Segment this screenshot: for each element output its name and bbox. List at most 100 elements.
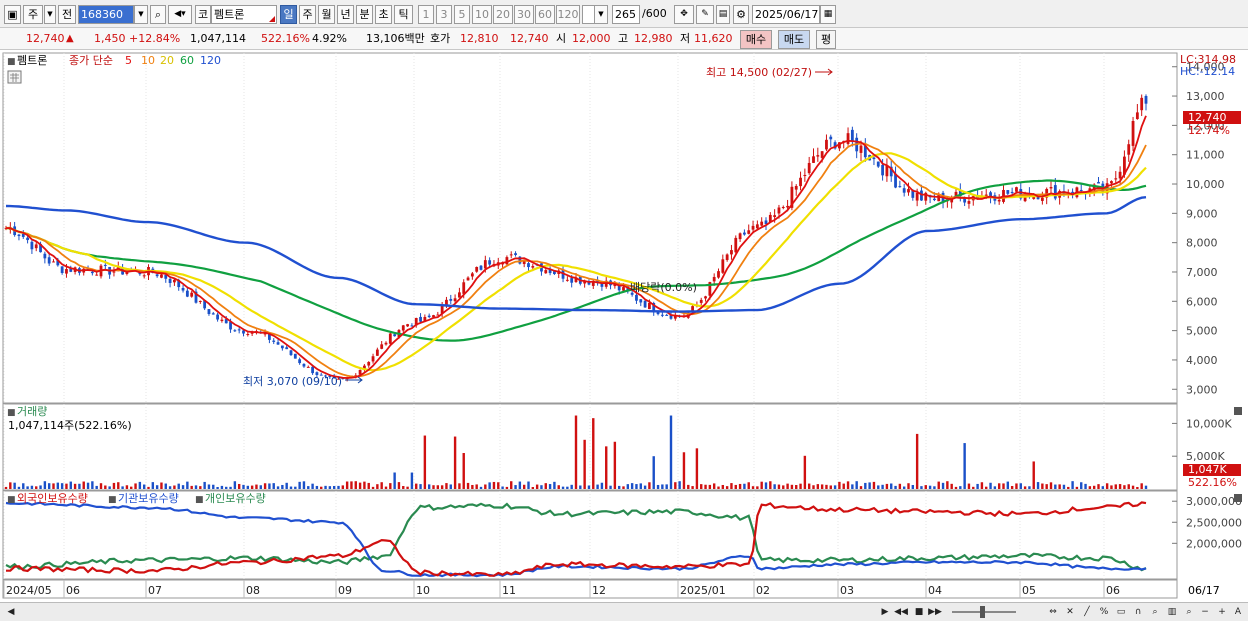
period-minute[interactable]: 분 <box>356 5 373 24</box>
candle-body <box>233 330 237 332</box>
zoom-out-icon[interactable]: − <box>1198 605 1212 619</box>
font-size-icon[interactable]: A <box>1231 605 1245 619</box>
stock-code-input[interactable]: 168360 <box>78 5 134 24</box>
period-year[interactable]: 년 <box>337 5 354 24</box>
mult-20[interactable]: 20 <box>493 5 513 24</box>
speaker-icon[interactable]: ◀▾ <box>168 5 192 24</box>
candle-body <box>825 139 828 150</box>
tool-arrows-icon[interactable]: ⇔ <box>1046 605 1060 619</box>
period-month[interactable]: 월 <box>318 5 335 24</box>
sell-button[interactable]: 매도 <box>778 30 810 49</box>
candle-body <box>220 319 224 322</box>
period-week[interactable]: 주 <box>299 5 316 24</box>
candle-body <box>306 366 310 368</box>
scroll-left-icon[interactable]: ◀ <box>4 605 18 619</box>
volume-bar <box>1049 482 1053 489</box>
volume-bar <box>449 484 452 489</box>
candle-body <box>211 313 215 315</box>
layout-icon[interactable]: ▣ <box>4 5 21 24</box>
month-label: 11 <box>502 584 516 597</box>
zoom-icon[interactable]: ✥ <box>674 5 694 24</box>
volume-bar <box>820 484 824 489</box>
mult-5[interactable]: 5 <box>454 5 470 24</box>
volume-bar <box>216 486 219 489</box>
volume-bar <box>30 485 34 489</box>
candle-body <box>60 266 64 273</box>
zoom-in-icon[interactable]: + <box>1215 605 1229 619</box>
volume-bar <box>332 485 336 489</box>
mult-120[interactable]: 120 <box>556 5 580 24</box>
volume-bar <box>1023 486 1027 489</box>
buy-button[interactable]: 매수 <box>740 30 772 49</box>
period-tick[interactable]: 틱 <box>394 5 413 24</box>
volume-bar <box>324 485 327 489</box>
tool-search-icon[interactable]: ⌕ <box>1148 605 1162 619</box>
tool-ruler-icon[interactable]: ▭ <box>1114 605 1128 619</box>
candle-body <box>298 359 302 364</box>
prev-button[interactable]: 전 <box>58 5 76 24</box>
candle-body <box>173 279 176 283</box>
mult-3[interactable]: 3 <box>436 5 452 24</box>
tool-percent-icon[interactable]: % <box>1097 605 1111 619</box>
volume-bar <box>173 485 176 489</box>
volume-close-icon[interactable] <box>1234 407 1242 415</box>
high-price: 12,980 <box>634 32 673 45</box>
holdings-legend-individual: 개인보유수량 <box>205 492 266 505</box>
price-change-pct: +12.84% <box>129 32 181 45</box>
save-icon[interactable]: ▤ <box>716 5 730 24</box>
rewind-icon[interactable]: ◀◀ <box>894 605 908 619</box>
mult-10[interactable]: 10 <box>472 5 492 24</box>
tools-icon[interactable]: ✎ <box>696 5 714 24</box>
volume-bar <box>13 482 16 489</box>
mult-dropdown-icon[interactable]: ▼ <box>594 5 608 24</box>
volume-bar <box>531 487 535 489</box>
zoom-slider-thumb[interactable] <box>980 606 985 618</box>
market-label: 주 <box>27 8 39 21</box>
tool-grid-icon[interactable]: ▥ <box>1165 605 1179 619</box>
tool-line-icon[interactable]: ╱ <box>1080 605 1094 619</box>
volume-bar <box>125 485 129 489</box>
calendar-icon[interactable]: ▦ <box>820 5 836 24</box>
volume-bar <box>177 483 180 489</box>
stock-name: 펨트론 <box>214 8 245 21</box>
volume-bar <box>1127 484 1130 489</box>
tool-zoom-icon[interactable]: ⌕ <box>1182 605 1196 619</box>
mult-30[interactable]: 30 <box>514 5 534 24</box>
market-dropdown-icon[interactable]: ▼ <box>44 5 56 24</box>
eval-button[interactable]: 평 <box>816 30 836 49</box>
legend-ma-120: 120 <box>200 54 221 67</box>
month-label: 07 <box>148 584 162 597</box>
code-dropdown-icon[interactable]: ▼ <box>134 5 148 24</box>
candle-body <box>997 199 1001 202</box>
stock-chart[interactable]: 10,000K 5,000K 3,000,000 2,500,000 2,000,00… <box>0 51 1248 603</box>
table-icon[interactable] <box>7 70 22 84</box>
price-tick-label: 3,000 <box>1186 383 1218 396</box>
count-input[interactable]: 265 <box>612 5 640 24</box>
volume-bar <box>69 481 72 489</box>
volume-bar <box>371 486 375 489</box>
tool-magnet-icon[interactable]: ∩ <box>1131 605 1145 619</box>
search-icon[interactable]: ⌕ <box>150 5 166 24</box>
stop-icon[interactable]: ■ <box>912 605 926 619</box>
tool-cross-icon[interactable]: ✕ <box>1063 605 1077 619</box>
volume-bar <box>617 485 621 489</box>
candle-body <box>829 136 833 140</box>
stock-name-field[interactable]: 펨트론 <box>211 5 277 24</box>
volume-bar <box>402 486 405 489</box>
mult-60[interactable]: 60 <box>535 5 555 24</box>
up-arrow-icon: ▲ <box>66 33 74 44</box>
volume-bar <box>570 484 573 489</box>
settings-icon[interactable]: ⚙ <box>733 5 749 24</box>
volume-bar <box>1110 485 1113 489</box>
volume-bar <box>687 484 690 489</box>
date-input[interactable]: 2025/06/17 <box>752 5 820 24</box>
period-day[interactable]: 일 <box>280 5 297 24</box>
holdings-close-icon[interactable] <box>1234 494 1242 502</box>
forward-icon[interactable]: ▶▶ <box>928 605 942 619</box>
volume-bar <box>1084 483 1087 489</box>
market-select[interactable]: 주 <box>23 5 43 24</box>
period-second[interactable]: 초 <box>375 5 392 24</box>
volume-bar <box>397 482 401 489</box>
scroll-right-icon[interactable]: ▶ <box>878 605 892 619</box>
mult-1[interactable]: 1 <box>418 5 434 24</box>
